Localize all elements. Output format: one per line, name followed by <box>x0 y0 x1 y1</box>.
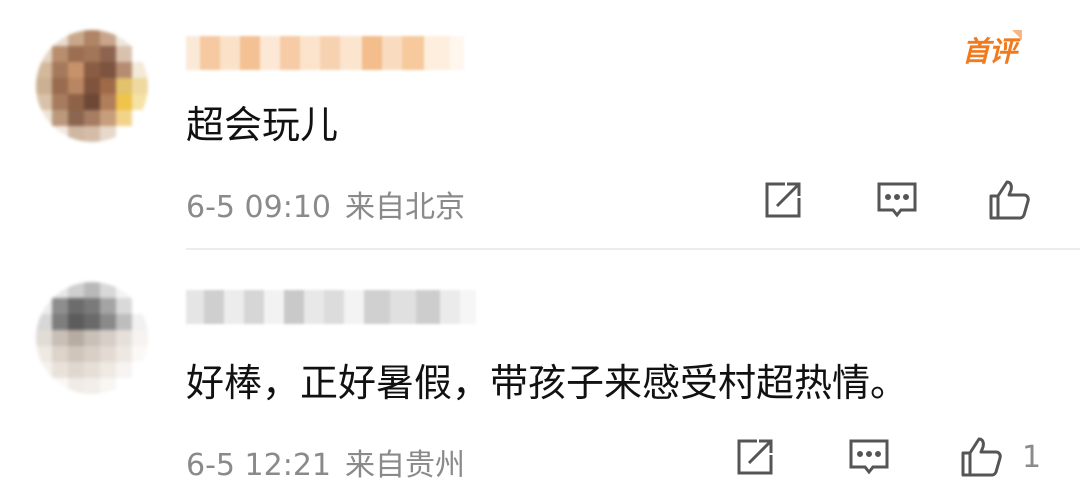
username-redacted[interactable] <box>186 36 464 70</box>
comment-text: 好棒，正好暑假，带孩子来感受村超热情。 <box>186 361 909 405</box>
comment-location: 来自贵州 <box>345 448 465 483</box>
thumbs-up-icon <box>961 437 1002 477</box>
comment-item[interactable]: 好棒，正好暑假，带孩子来感受村超热情。 6-5 12:21 来自贵州 1 <box>0 250 1080 502</box>
share-icon <box>737 439 773 475</box>
thumbs-up-icon <box>989 180 1030 220</box>
comment-time: 6-5 12:21 <box>186 448 331 483</box>
avatar[interactable] <box>36 30 148 142</box>
comment-meta: 6-5 12:21 来自贵州 <box>186 440 465 484</box>
comment-icon <box>877 182 917 218</box>
reply-button[interactable] <box>845 433 893 481</box>
first-comment-badge: 首评 <box>962 30 1023 70</box>
reply-button[interactable] <box>873 176 921 224</box>
comment-text: 超会玩儿 <box>186 103 339 147</box>
comment-meta: 6-5 09:10 来自北京 <box>186 182 465 226</box>
comment-location: 来自北京 <box>345 190 465 225</box>
like-count: 1 <box>1022 440 1042 475</box>
comment-item[interactable]: 首评 超会玩儿 6-5 09:10 来自北京 <box>0 0 1080 248</box>
comment-time: 6-5 09:10 <box>186 190 331 225</box>
share-button[interactable] <box>759 176 807 224</box>
like-button[interactable] <box>957 433 1005 481</box>
share-icon <box>765 182 801 218</box>
like-button[interactable] <box>985 176 1033 224</box>
comment-icon <box>849 439 889 475</box>
share-button[interactable] <box>731 433 779 481</box>
avatar[interactable] <box>36 282 148 394</box>
username-redacted[interactable] <box>186 290 476 324</box>
